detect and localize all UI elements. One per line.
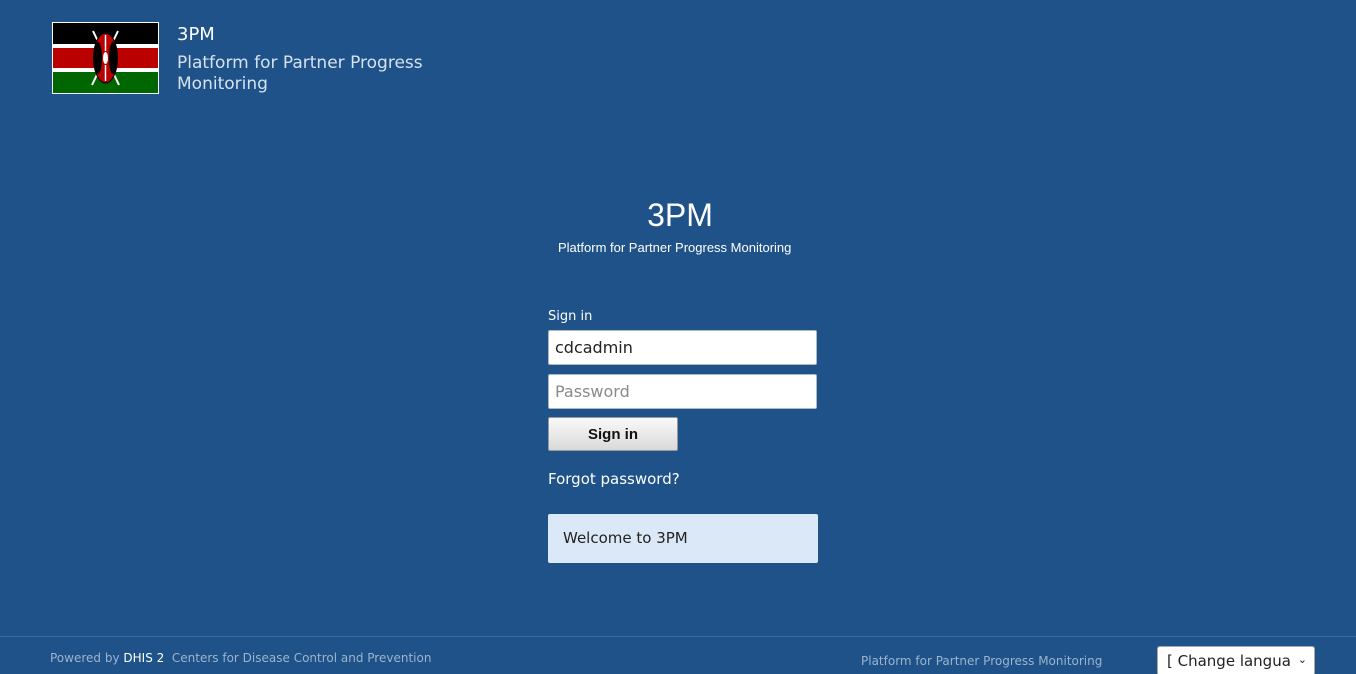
login-page: 3PM Platform for Partner Progress Monito… (0, 0, 1356, 674)
welcome-message: Welcome to 3PM (548, 514, 818, 563)
powered-by-label: Powered by (50, 651, 120, 665)
center-app-subtitle: Platform for Partner Progress Monitoring (558, 240, 792, 255)
kenya-flag-logo (52, 22, 159, 94)
center-title-text: 3PM (647, 197, 713, 233)
footer-app-name: Platform for Partner Progress Monitoring (861, 654, 1103, 668)
header-app-title: 3PM (177, 24, 215, 45)
forgot-password-link[interactable]: Forgot password? (548, 470, 680, 488)
footer-powered-by: Powered by DHIS 2 Centers for Disease Co… (50, 651, 431, 665)
dhis2-link[interactable]: DHIS 2 (123, 651, 164, 665)
footer-divider (0, 636, 1356, 637)
signin-label: Sign in (548, 309, 593, 324)
footer-organization: Centers for Disease Control and Preventi… (171, 651, 432, 665)
username-input[interactable] (548, 330, 817, 365)
header-app-subtitle: Platform for Partner Progress Monitoring (177, 53, 423, 94)
language-select[interactable]: [ Change langua ⌄ (1157, 646, 1315, 674)
password-input[interactable] (548, 374, 817, 409)
center-app-title: 3PM (0, 197, 1356, 234)
language-select-value: [ Change langua (1167, 652, 1291, 670)
signin-button[interactable]: Sign in (548, 417, 678, 451)
chevron-down-icon: ⌄ (1297, 653, 1307, 666)
